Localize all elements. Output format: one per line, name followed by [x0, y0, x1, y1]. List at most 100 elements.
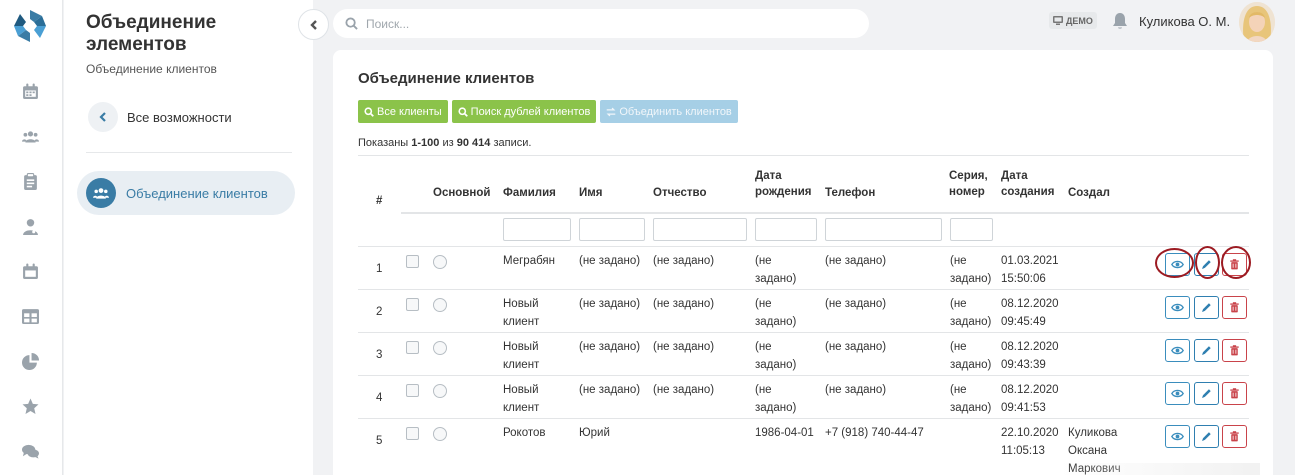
eye-icon — [1171, 303, 1184, 312]
cell-surname-line2: клиент — [503, 402, 540, 414]
view-button[interactable] — [1165, 339, 1190, 362]
find-duplicates-button[interactable]: Поиск дублей клиентов — [451, 100, 597, 123]
cell-created-line1: 08.12.2020 — [1001, 384, 1059, 396]
col-num: # — [376, 195, 383, 207]
delete-button[interactable] — [1222, 339, 1247, 362]
delete-button[interactable] — [1222, 382, 1247, 405]
back-to-all-features-link[interactable]: Все возможности — [88, 102, 232, 132]
user-name[interactable]: Куликова О. М. — [1139, 14, 1230, 29]
table-icon[interactable] — [20, 306, 40, 326]
global-search[interactable] — [333, 9, 869, 38]
col-series-line2: номер — [949, 186, 985, 198]
view-button[interactable] — [1165, 425, 1190, 448]
comments-icon[interactable] — [20, 441, 40, 461]
view-button[interactable] — [1165, 382, 1190, 405]
delete-button[interactable] — [1222, 296, 1247, 319]
star-icon[interactable] — [20, 396, 40, 416]
cell-series-line2: задано) — [950, 402, 992, 414]
notifications-bell-icon[interactable] — [1112, 12, 1130, 30]
edit-button[interactable] — [1194, 296, 1219, 319]
cell-birthdate-line1: 1986-04-01 — [755, 427, 814, 439]
edit-button[interactable] — [1194, 425, 1219, 448]
filter-patronymic-input[interactable] — [653, 218, 747, 241]
header-divider — [401, 212, 1249, 214]
col-creator[interactable]: Создал — [1068, 185, 1110, 201]
main-record-radio[interactable] — [433, 427, 447, 441]
cell-birthdate-line2: задано) — [755, 359, 797, 371]
user-avatar[interactable] — [1239, 2, 1275, 42]
user-doctor-icon[interactable] — [20, 216, 40, 236]
row-select-checkbox[interactable] — [406, 341, 419, 354]
delete-button[interactable] — [1222, 253, 1247, 276]
pencil-icon — [1202, 389, 1211, 398]
trash-icon — [1230, 302, 1239, 313]
cell-birthdate-line1: (не — [755, 255, 772, 267]
filter-phone-input[interactable] — [825, 218, 942, 241]
col-series[interactable]: Серия, номер — [949, 168, 988, 200]
col-series-line1: Серия, — [949, 170, 988, 182]
trash-icon — [1230, 259, 1239, 270]
table-top-border — [358, 155, 1249, 156]
filter-series-input[interactable] — [950, 218, 993, 241]
sidebar-item-merge-clients[interactable]: Объединение клиентов — [77, 171, 295, 215]
cell-name: (не задано) — [579, 255, 641, 267]
trash-icon — [1230, 431, 1239, 442]
all-clients-button[interactable]: Все клиенты — [358, 100, 448, 123]
main-record-radio[interactable] — [433, 384, 447, 398]
edit-button[interactable] — [1194, 253, 1219, 276]
calendar-icon[interactable] — [20, 81, 40, 101]
cell-surname: Новый клиент — [503, 295, 539, 331]
cell-birthdate-line2: задано) — [755, 316, 797, 328]
filter-birthdate-input[interactable] — [755, 218, 817, 241]
cell-created-line1: 01.03.2021 — [1001, 255, 1059, 267]
col-name[interactable]: Имя — [579, 185, 602, 201]
search-input[interactable] — [366, 16, 846, 31]
eye-icon — [1171, 432, 1184, 441]
sidebar-subtitle: Объединение клиентов — [86, 62, 217, 76]
row-divider — [358, 332, 1249, 333]
row-divider — [358, 246, 1249, 247]
row-select-checkbox[interactable] — [406, 298, 419, 311]
cell-name: (не задано) — [579, 298, 641, 310]
row-select-checkbox[interactable] — [406, 427, 419, 440]
view-button[interactable] — [1165, 296, 1190, 319]
filter-name-input[interactable] — [579, 218, 645, 241]
cell-created-line1: 08.12.2020 — [1001, 341, 1059, 353]
eye-icon — [1171, 389, 1184, 398]
users-icon[interactable] — [20, 126, 40, 146]
clipboard-icon[interactable] — [20, 171, 40, 191]
summary-range: 1-100 — [411, 137, 440, 149]
cell-created-line2: 11:05:13 — [1001, 445, 1045, 457]
main-record-radio[interactable] — [433, 341, 447, 355]
edit-button[interactable] — [1194, 339, 1219, 362]
col-phone[interactable]: Телефон — [825, 185, 875, 201]
col-patronymic[interactable]: Отчество — [653, 185, 706, 201]
calendar-alt-icon[interactable] — [20, 261, 40, 281]
edit-button[interactable] — [1194, 382, 1219, 405]
pie-chart-icon[interactable] — [20, 351, 40, 371]
cell-surname-line1: Рокотов — [503, 427, 546, 439]
icon-rail — [0, 0, 63, 475]
col-surname[interactable]: Фамилия — [503, 185, 556, 201]
row-divider — [358, 289, 1249, 290]
collapse-sidebar-button[interactable] — [298, 9, 329, 40]
cell-created: 08.12.2020 09:45:49 — [1001, 295, 1059, 331]
cell-birthdate-line1: (не — [755, 384, 772, 396]
row-divider — [358, 418, 1249, 419]
records-summary: Показаны 1-100 из 90 414 записи. — [358, 137, 531, 149]
col-birthdate[interactable]: Дата рождения — [755, 168, 811, 200]
col-created[interactable]: Дата создания — [1001, 168, 1054, 200]
filter-surname-input[interactable] — [503, 218, 571, 241]
cell-series-line2: задано) — [950, 359, 992, 371]
app-logo-icon[interactable] — [12, 8, 48, 44]
view-button[interactable] — [1165, 253, 1190, 276]
main-record-radio[interactable] — [433, 298, 447, 312]
main-record-radio[interactable] — [433, 255, 447, 269]
eye-icon — [1171, 346, 1184, 355]
delete-button[interactable] — [1222, 425, 1247, 448]
row-select-checkbox[interactable] — [406, 255, 419, 268]
merge-clients-button[interactable]: Объединить клиентов — [600, 100, 738, 123]
row-select-checkbox[interactable] — [406, 384, 419, 397]
cell-created-line1: 22.10.2020 — [1001, 427, 1059, 439]
col-main[interactable]: Основной — [433, 185, 490, 201]
